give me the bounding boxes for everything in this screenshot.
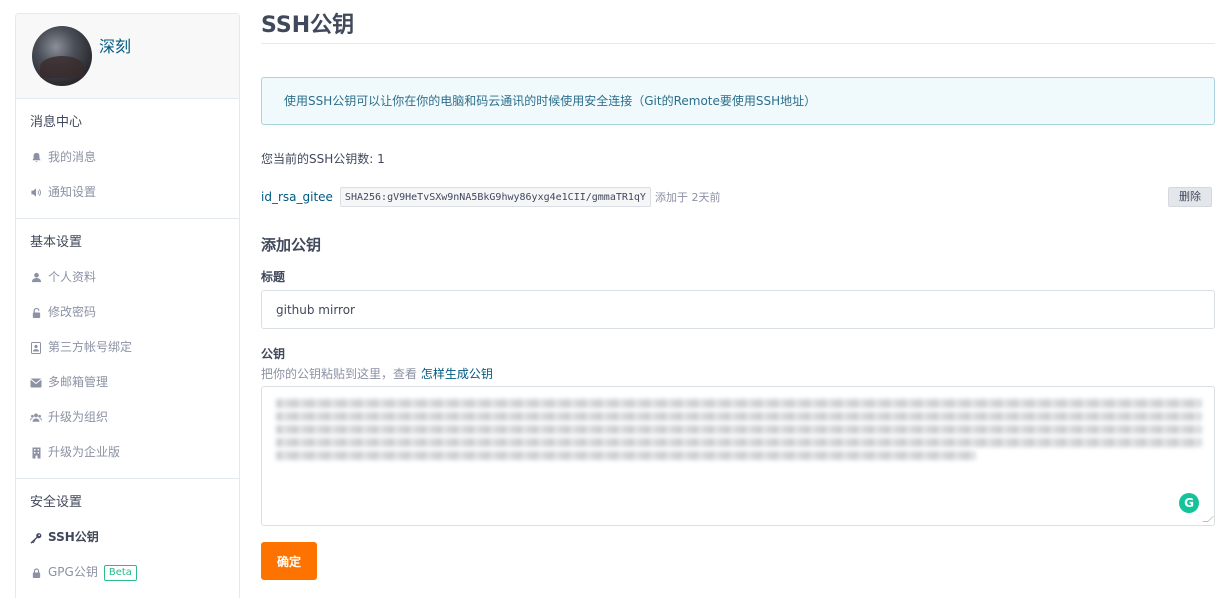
key-hint-text: 把你的公钥粘贴到这里，查看 [261,367,418,381]
building-icon [30,447,42,459]
title-input[interactable] [261,290,1215,329]
section-title: 消息中心 [30,115,83,130]
key-field-label: 公钥 [261,347,286,361]
blurred-key-text [276,451,976,460]
sidebar-item-label: 升级为组织 [48,410,109,424]
avatar[interactable] [32,26,92,86]
ssh-key-fingerprint: SHA256:gV9HeTvSXw9nNA5BkG9hwy86yxg4e1CII… [339,187,651,207]
sidebar-item-email-management[interactable]: 多邮箱管理 [16,365,239,400]
blurred-key-text [276,425,1202,434]
volume-icon [30,187,42,199]
sidebar-item-upgrade-enterprise[interactable]: 升级为企业版 [16,435,239,470]
sidebar-item-my-messages[interactable]: 我的消息 [16,140,239,175]
key-field-hint: 把你的公钥粘贴到这里，查看 怎样生成公钥 [261,365,1215,383]
ssh-key-name[interactable]: id_rsa_gitee [261,190,333,204]
page-title: SSH公钥 [261,0,1215,44]
envelope-icon [30,377,42,389]
public-key-textarea[interactable]: G [261,386,1215,526]
delete-key-button[interactable]: 删除 [1168,187,1212,207]
bell-icon [30,152,42,164]
ssh-key-count: 您当前的SSH公钥数: 1 [261,152,385,166]
how-to-generate-key-link[interactable]: 怎样生成公钥 [421,367,493,381]
sidebar-item-notification-settings[interactable]: 通知设置 [16,175,239,210]
sidebar-item-change-password[interactable]: 修改密码 [16,295,239,330]
confirm-button[interactable]: 确定 [261,542,317,580]
key-icon [30,532,42,544]
sidebar-item-gpg-keys[interactable]: GPG公钥 Beta [16,555,239,590]
sidebar-item-label: 通知设置 [48,185,97,199]
beta-badge: Beta [103,564,137,581]
info-notice: 使用SSH公钥可以让你在你的电脑和码云通讯的时候使用安全连接（Git的Remot… [261,77,1215,125]
sidebar-item-label: 修改密码 [48,305,97,319]
user-icon [30,272,42,284]
blurred-key-text [276,412,1202,421]
grammarly-icon[interactable]: G [1179,493,1199,513]
sidebar-item-third-party-accounts[interactable]: 第三方帐号绑定 [16,330,239,365]
blurred-key-text [276,438,1202,447]
sidebar-item-label: 第三方帐号绑定 [48,340,133,354]
section-title: 安全设置 [30,495,83,510]
main-content: SSH公钥 使用SSH公钥可以让你在你的电脑和码云通讯的时候使用安全连接（Git… [261,0,1215,580]
blurred-key-text [276,399,1202,408]
settings-sidebar: 深刻 消息中心 我的消息 通知设置 基本设置 个人资料 修改密码 第三方帐号绑定… [15,13,240,598]
profile-header: 深刻 [16,14,239,99]
section-basic-settings: 基本设置 个人资料 修改密码 第三方帐号绑定 多邮箱管理 升级为组织 升级为企业… [16,219,239,479]
section-security-settings: 安全设置 SSH公钥 GPG公钥 Beta [16,479,239,598]
lock-icon [30,567,42,579]
title-field-label: 标题 [261,270,286,284]
users-icon [30,412,42,424]
resize-handle[interactable] [1202,516,1214,522]
sidebar-item-label: GPG公钥 [48,565,98,579]
sidebar-item-label: SSH公钥 [48,530,99,544]
sidebar-item-label: 升级为企业版 [48,445,121,459]
sidebar-item-label: 多邮箱管理 [48,375,109,389]
section-message-center: 消息中心 我的消息 通知设置 [16,99,239,219]
sidebar-item-upgrade-organization[interactable]: 升级为组织 [16,400,239,435]
sidebar-item-label: 我的消息 [48,150,97,164]
ssh-key-added-time: 添加于 2天前 [654,191,721,204]
sidebar-item-label: 个人资料 [48,270,97,284]
section-title: 基本设置 [30,235,83,250]
add-key-heading: 添加公钥 [261,236,322,254]
sidebar-item-ssh-keys[interactable]: SSH公钥 [16,520,239,555]
sidebar-item-profile[interactable]: 个人资料 [16,260,239,295]
contact-card-icon [30,341,42,354]
username-link[interactable]: 深刻 [99,33,131,57]
unlock-icon [30,307,42,319]
ssh-key-row: id_rsa_gitee SHA256:gV9HeTvSXw9nNA5BkG9h… [261,186,1215,208]
